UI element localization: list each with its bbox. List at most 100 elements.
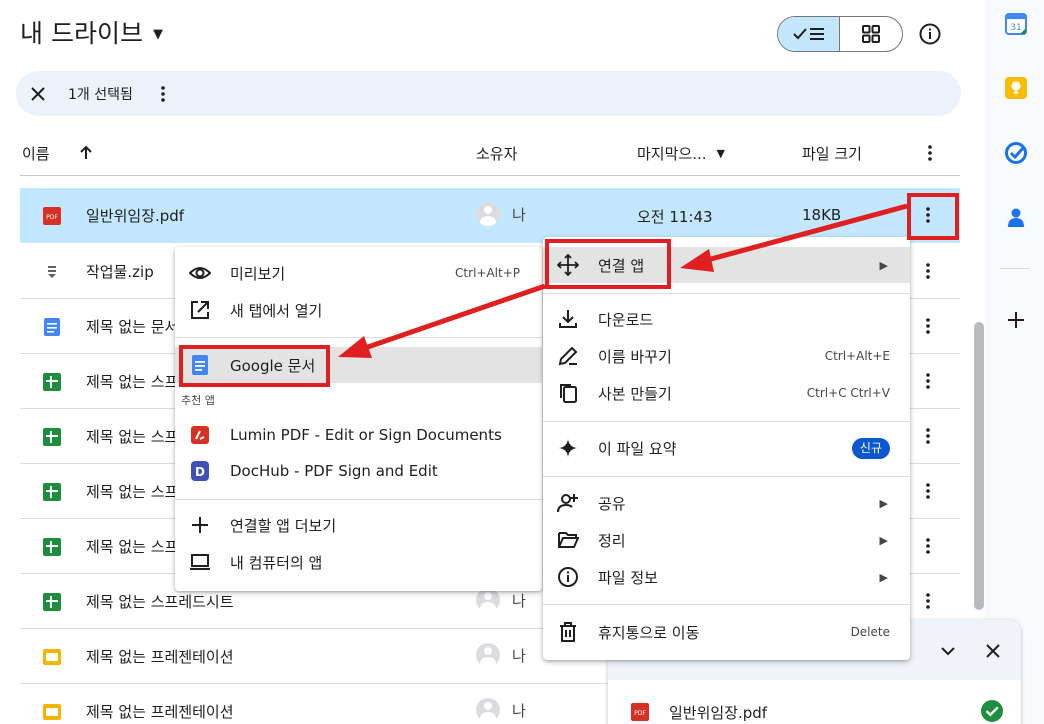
file-size: 18KB [802,206,842,224]
menu-item-open-new-tab[interactable]: 새 탭에서 열기 [175,292,542,328]
menu-shortcut: Ctrl+Alt+E [824,349,890,363]
menu-item-download[interactable]: 다운로드 [543,301,910,337]
column-modified[interactable]: 마지막으... ▼ [637,134,725,172]
file-name: 작업물.zip [86,263,154,281]
menu-label: DocHub - PDF Sign and Edit [230,462,438,480]
open-in-new-icon [191,301,209,319]
svg-text:PDF: PDF [46,214,58,221]
file-modified: 오전 11:43 [637,208,713,226]
owner-name: 나 [512,646,526,665]
menu-label: 파일 정보 [598,568,658,587]
header-divider [20,175,960,176]
tasks-icon[interactable] [1004,141,1028,165]
menu-label: 내 컴퓨터의 앱 [230,553,323,572]
file-name: 제목 없는 프레젠테이션 [86,703,234,721]
info-icon [558,567,578,587]
submenu-arrow-icon: ▶ [879,258,888,272]
sort-up-arrow-icon[interactable] [78,145,94,161]
column-more-icon[interactable] [920,143,940,163]
pdf-file-icon: PDF [631,703,649,721]
svg-text:31: 31 [1010,23,1021,33]
google-sheets-icon [42,482,62,502]
trash-icon [560,622,576,642]
menu-item-computer-apps[interactable]: 내 컴퓨터의 앱 [175,544,542,580]
close-icon[interactable] [28,84,48,104]
person-add-icon [557,494,578,513]
close-icon[interactable] [983,641,1003,661]
row-more-icon[interactable] [918,591,942,615]
open-with-submenu: 미리보기 Ctrl+Alt+P 새 탭에서 열기 Google 문서 추천 앱 [175,247,542,591]
info-icon[interactable] [918,22,942,46]
column-size[interactable]: 파일 크기 [802,134,862,172]
add-icon[interactable] [1004,308,1028,332]
scrollbar[interactable] [974,322,984,610]
menu-item-rename[interactable]: 이름 바꾸기 Ctrl+Alt+E [543,338,910,374]
file-row[interactable]: PDF 일반위임장.pdf 나 오전 11:43 18KB [20,188,960,243]
side-panel [985,0,1044,724]
row-more-icon[interactable] [918,426,942,450]
annotation-box-google-docs [179,345,330,387]
menu-item-organize[interactable]: 정리 ▶ [543,522,910,558]
menu-label: 휴지통으로 이동 [598,623,700,642]
google-sheets-icon [42,427,62,447]
file-name: 제목 없는 스프레드시트 [86,593,234,611]
column-owner-label: 소유자 [476,144,518,163]
selection-count: 1개 선택됨 [68,86,133,103]
check-circle-icon [981,700,1003,722]
row-more-icon[interactable] [918,261,942,285]
new-badge: 신규 [851,438,890,459]
page-title[interactable]: 내 드라이브 ▼ [20,14,163,50]
google-slides-icon [42,647,62,667]
menu-item-summarize[interactable]: 이 파일 요약 신규 [543,430,910,466]
contacts-icon[interactable] [1004,205,1028,229]
menu-item-more-apps[interactable]: 연결할 앱 더보기 [175,507,542,543]
eye-icon [189,267,211,279]
lumin-icon [191,426,209,444]
menu-label: 이름 바꾸기 [598,347,672,366]
menu-divider [543,293,910,294]
google-sheets-icon [42,537,62,557]
menu-label: 정리 [598,531,626,550]
grid-view-button[interactable] [840,17,902,51]
menu-item-preview[interactable]: 미리보기 Ctrl+Alt+P [175,255,542,291]
row-more-icon[interactable] [918,536,942,560]
owner-name: 나 [512,701,526,720]
page-title-text: 내 드라이브 [20,19,143,48]
side-divider [1000,268,1030,269]
list-view-button[interactable] [778,17,841,51]
sparkle-icon [559,439,577,457]
more-vert-icon[interactable] [153,84,173,104]
column-size-label: 파일 크기 [802,144,862,163]
menu-label: 공유 [598,494,626,513]
column-name[interactable]: 이름 [22,134,94,172]
copy-icon [560,384,577,403]
row-more-icon[interactable] [918,481,942,505]
keep-icon[interactable] [1004,76,1028,100]
menu-item-dochub[interactable]: D DocHub - PDF Sign and Edit [175,453,542,489]
grid-icon [862,25,880,43]
column-owner[interactable]: 소유자 [476,134,517,172]
file-owner: 나 [476,588,526,612]
file-context-menu: 연결 앱 ▶ 다운로드 이름 바꾸기 Ctrl+Alt+E 사본 만들기 Ctr… [543,237,910,660]
menu-item-trash[interactable]: 휴지통으로 이동 Delete [543,614,910,650]
row-more-icon[interactable] [918,371,942,395]
owner-name: 나 [512,205,526,224]
calendar-icon[interactable]: 31 [1004,12,1028,36]
menu-label: 새 탭에서 열기 [230,301,323,320]
menu-item-copy[interactable]: 사본 만들기 Ctrl+C Ctrl+V [543,375,910,411]
laptop-icon [190,554,210,570]
file-name: 제목 없는 프레젠테이션 [86,648,234,666]
row-more-icon[interactable] [918,316,942,340]
svg-text:D: D [195,465,205,479]
pencil-icon [558,346,578,366]
pdf-file-icon: PDF [42,206,62,226]
menu-item-lumin[interactable]: Lumin PDF - Edit or Sign Documents [175,417,542,453]
menu-item-share[interactable]: 공유 ▶ [543,485,910,521]
chevron-down-icon[interactable] [938,641,958,661]
folder-open-icon [558,532,579,548]
add-icon [192,517,208,533]
annotation-box-open-with [545,239,671,289]
menu-item-file-info[interactable]: 파일 정보 ▶ [543,559,910,595]
avatar [476,202,500,226]
column-name-label: 이름 [22,144,50,163]
